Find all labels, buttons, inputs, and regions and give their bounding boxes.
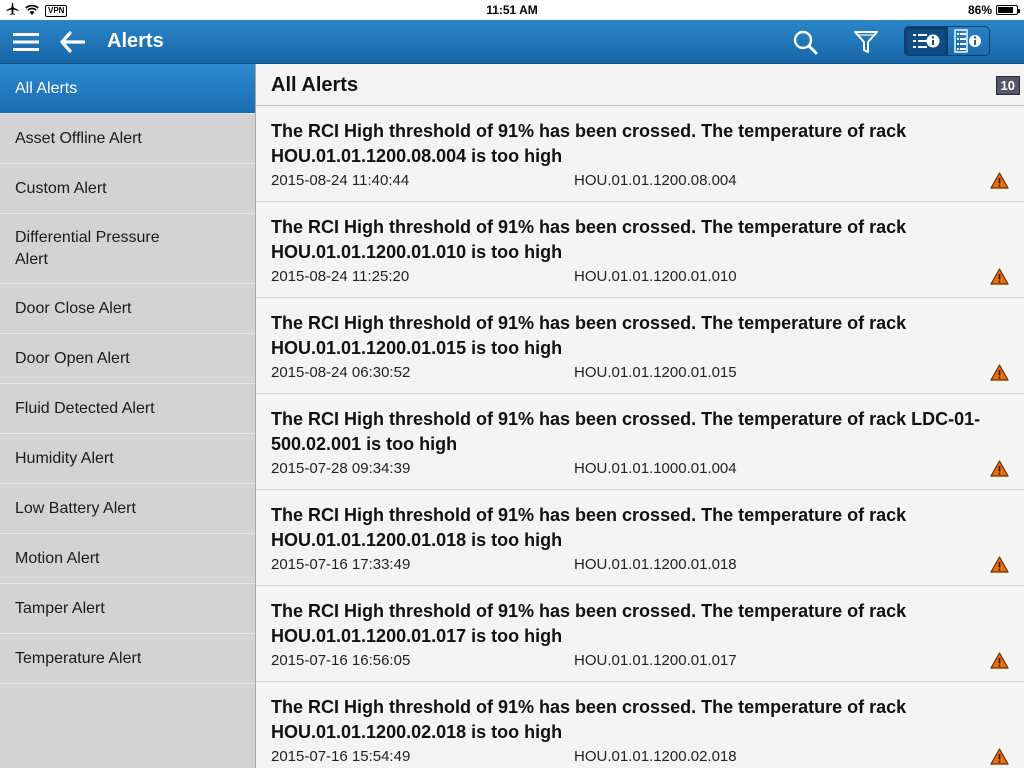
search-icon[interactable] <box>789 20 821 63</box>
alert-row[interactable]: The RCI High threshold of 91% has been c… <box>256 682 1024 768</box>
sidebar-item-door-open-alert[interactable]: Door Open Alert <box>0 334 255 384</box>
sidebar-item-low-battery-alert[interactable]: Low Battery Alert <box>0 484 255 534</box>
alert-rack-id: HOU.01.01.1200.02.018 <box>574 748 737 765</box>
alert-list-header: All Alerts 10 <box>256 64 1024 106</box>
sidebar-item-label: Fluid Detected Alert <box>15 399 155 417</box>
warning-icon <box>990 172 1009 189</box>
sidebar-item-door-close-alert[interactable]: Door Close Alert <box>0 284 255 334</box>
alert-row[interactable]: The RCI High threshold of 91% has been c… <box>256 490 1024 586</box>
battery-icon <box>996 5 1020 15</box>
page-title: All Alerts <box>271 74 359 96</box>
detail-info-icon[interactable] <box>946 27 990 55</box>
sidebar-item-temperature-alert[interactable]: Temperature Alert <box>0 634 255 684</box>
sidebar-item-label: Differential Pressure Alert <box>15 228 160 268</box>
warning-icon <box>990 556 1009 573</box>
sidebar-item-label: Door Close Alert <box>15 299 132 317</box>
warning-icon <box>990 364 1009 381</box>
battery-fill <box>998 7 1014 13</box>
alert-rack-id: HOU.01.01.1200.01.018 <box>574 556 737 573</box>
sidebar-item-motion-alert[interactable]: Motion Alert <box>0 534 255 584</box>
alert-timestamp: 2015-07-28 09:34:39 <box>271 460 411 477</box>
sidebar-item-label: Asset Offline Alert <box>15 129 142 147</box>
sidebar-item-custom-alert[interactable]: Custom Alert <box>0 164 255 214</box>
alert-message: The RCI High threshold of 91% has been c… <box>271 217 907 262</box>
filter-icon[interactable] <box>850 20 882 63</box>
alert-rack-id: HOU.01.01.1200.01.015 <box>574 364 737 381</box>
alert-row[interactable]: The RCI High threshold of 91% has been c… <box>256 106 1024 202</box>
list-info-icon[interactable] <box>905 27 947 55</box>
sidebar-item-fluid-detected-alert[interactable]: Fluid Detected Alert <box>0 384 255 434</box>
battery-percent: 86% <box>967 3 992 17</box>
alert-timestamp: 2015-07-16 15:54:49 <box>271 748 411 765</box>
warning-icon <box>990 748 1009 765</box>
alert-row[interactable]: The RCI High threshold of 91% has been c… <box>256 394 1024 490</box>
alert-row[interactable]: The RCI High threshold of 91% has been c… <box>256 202 1024 298</box>
sidebar-item-label: Low Battery Alert <box>15 499 136 517</box>
alert-timestamp: 2015-08-24 11:40:44 <box>271 172 410 189</box>
alert-category-sidebar: All Alerts Asset Offline Alert Custom Al… <box>0 64 256 768</box>
sidebar-item-label: Motion Alert <box>15 549 100 567</box>
warning-icon <box>990 652 1009 669</box>
alert-message: The RCI High threshold of 91% has been c… <box>271 505 907 550</box>
alert-row[interactable]: The RCI High threshold of 91% has been c… <box>256 586 1024 682</box>
sidebar-item-asset-offline-alert[interactable]: Asset Offline Alert <box>0 114 255 164</box>
alert-message: The RCI High threshold of 91% has been c… <box>271 697 907 742</box>
alert-rack-id: HOU.01.01.1200.08.004 <box>574 172 737 189</box>
alert-list-panel: All Alerts 10 The RCI High threshold of … <box>256 64 1024 768</box>
sidebar-item-label: Custom Alert <box>15 179 107 197</box>
alert-timestamp: 2015-07-16 16:56:05 <box>271 652 411 669</box>
alert-timestamp: 2015-08-24 06:30:52 <box>271 364 411 381</box>
sidebar-item-all-alerts[interactable]: All Alerts <box>0 64 255 114</box>
alert-row[interactable]: The RCI High threshold of 91% has been c… <box>256 298 1024 394</box>
alert-rack-id: HOU.01.01.1000.01.004 <box>574 460 737 477</box>
warning-icon <box>990 460 1009 477</box>
alert-message: The RCI High threshold of 91% has been c… <box>271 313 907 358</box>
back-arrow-icon[interactable] <box>56 20 88 63</box>
alert-timestamp: 2015-07-16 17:33:49 <box>271 556 411 573</box>
alert-rack-id: HOU.01.01.1200.01.010 <box>574 268 737 285</box>
nav-title: Alerts <box>107 30 164 52</box>
sidebar-item-label: Humidity Alert <box>15 449 114 467</box>
status-bar: VPN 11:51 AM 86% <box>0 0 1024 20</box>
sidebar-item-label: Temperature Alert <box>15 649 142 667</box>
menu-icon[interactable] <box>10 20 42 63</box>
sidebar-item-label: Tamper Alert <box>15 599 105 617</box>
alert-message: The RCI High threshold of 91% has been c… <box>271 121 907 166</box>
alert-count-badge: 10 <box>995 76 1020 95</box>
sidebar-item-label: All Alerts <box>15 79 78 97</box>
status-time: 11:51 AM <box>486 3 538 17</box>
alert-rack-id: HOU.01.01.1200.01.017 <box>574 652 737 669</box>
alert-message: The RCI High threshold of 91% has been c… <box>271 409 981 454</box>
sidebar-item-label: Door Open Alert <box>15 349 130 367</box>
alert-timestamp: 2015-08-24 11:25:20 <box>271 268 410 285</box>
status-right: 86% <box>967 3 1020 17</box>
alert-message: The RCI High threshold of 91% has been c… <box>271 601 907 646</box>
view-mode-toggle <box>904 26 990 56</box>
sidebar-item-differential-pressure-alert[interactable]: Differential Pressure Alert <box>0 214 255 284</box>
sidebar-item-tamper-alert[interactable]: Tamper Alert <box>0 584 255 634</box>
warning-icon <box>990 268 1009 285</box>
sidebar-item-humidity-alert[interactable]: Humidity Alert <box>0 434 255 484</box>
navigation-bar: Alerts <box>0 20 1024 64</box>
